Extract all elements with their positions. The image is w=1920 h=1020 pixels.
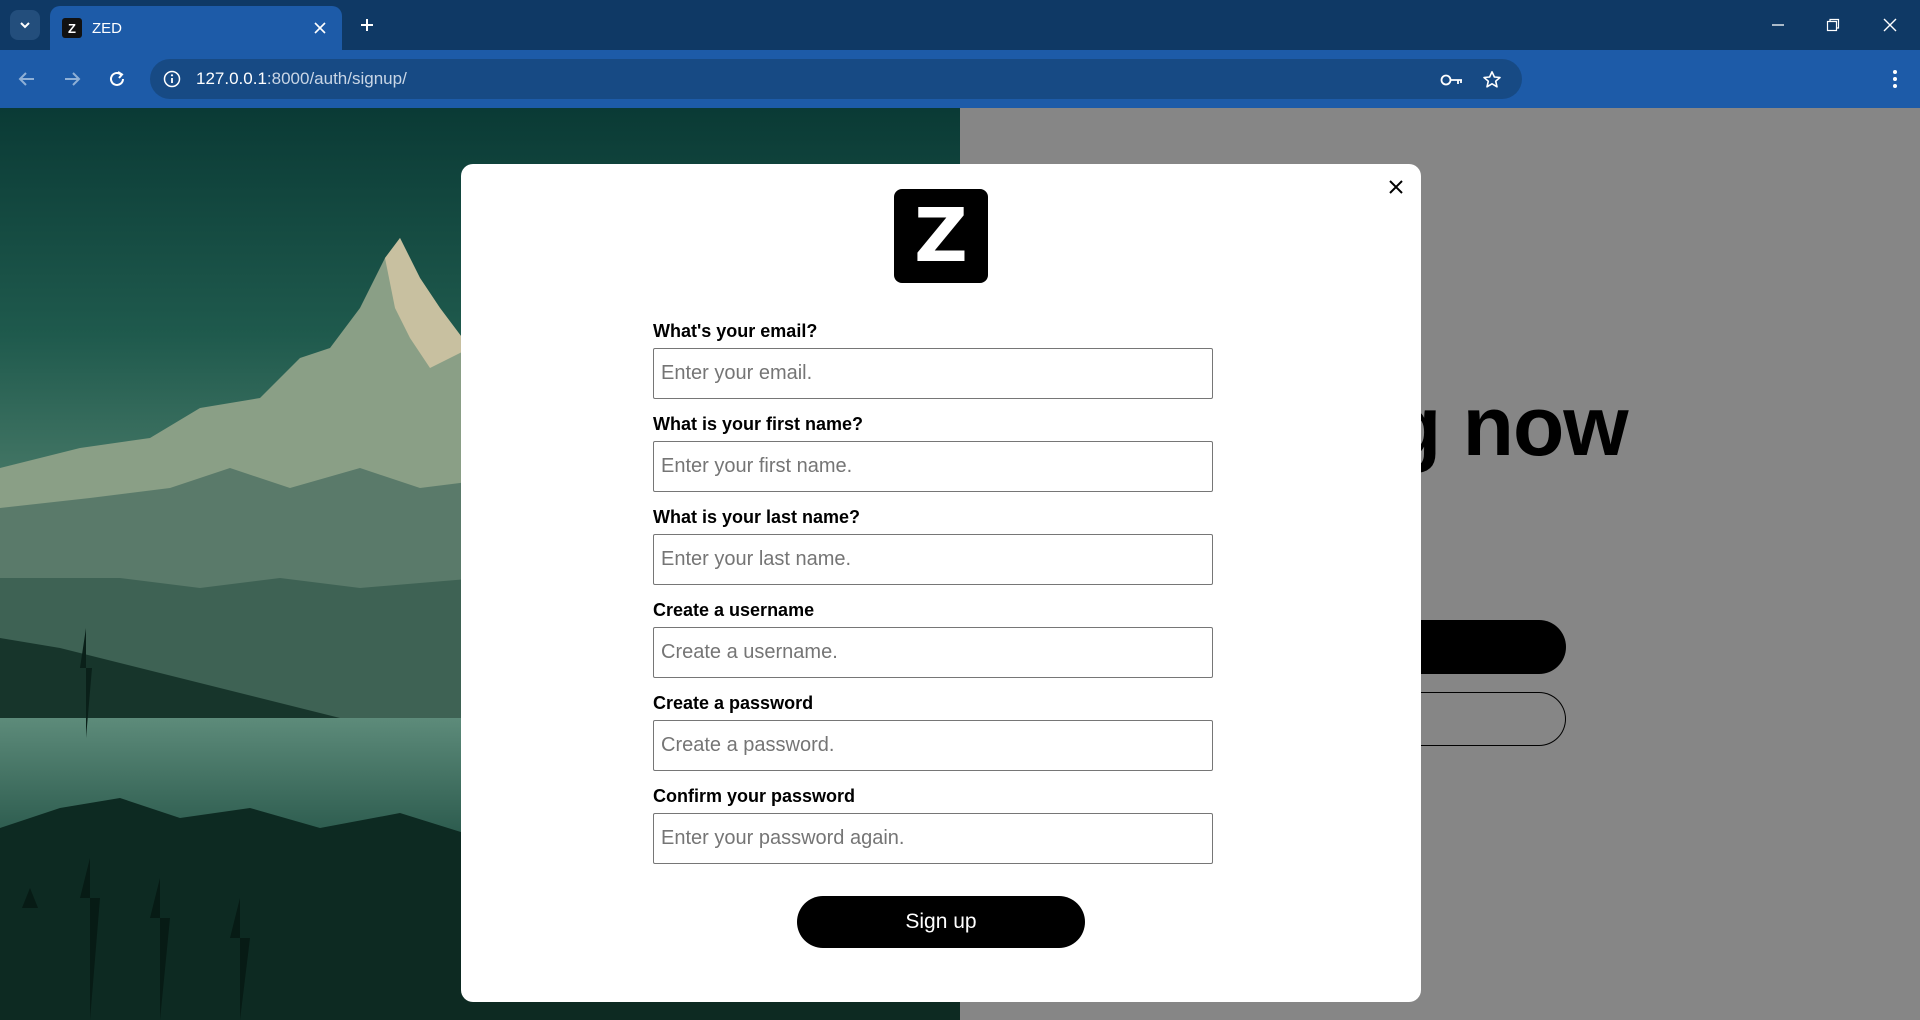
star-icon: [1483, 71, 1501, 88]
chevron-down-icon: [20, 22, 30, 29]
back-button[interactable]: [12, 64, 42, 94]
address-bar[interactable]: 127.0.0.1:8000/auth/signup/: [150, 59, 1522, 99]
password-field-group: Create a password: [653, 692, 1213, 785]
forward-button[interactable]: [57, 64, 87, 94]
tab-close-button[interactable]: [310, 18, 330, 38]
password-manager-button[interactable]: [1439, 67, 1465, 93]
close-icon: [314, 22, 326, 34]
password-field[interactable]: [653, 720, 1213, 771]
modal-close-button[interactable]: [1383, 174, 1409, 200]
site-info-button[interactable]: [160, 67, 184, 91]
tab-title: ZED: [92, 19, 122, 37]
restore-button[interactable]: [1815, 10, 1851, 40]
arrow-left-icon: [18, 72, 34, 86]
plus-icon: [361, 19, 373, 31]
new-tab-button[interactable]: [355, 13, 379, 37]
confirm-password-field-group: Confirm your password: [653, 785, 1213, 878]
url-text[interactable]: 127.0.0.1:8000/auth/signup/: [196, 69, 407, 89]
key-icon: [1440, 74, 1462, 86]
first-name-field-group: What is your first name?: [653, 413, 1213, 506]
confirm-password-label: Confirm your password: [653, 786, 856, 806]
browser-menu-button[interactable]: [1880, 64, 1910, 94]
last-name-field[interactable]: [653, 534, 1213, 585]
browser-tab-strip: Z ZED: [0, 0, 1920, 50]
minimize-button[interactable]: [1760, 10, 1796, 40]
zed-logo: Z: [894, 189, 988, 283]
email-label: What's your email?: [653, 321, 818, 341]
last-name-field-group: What is your last name?: [653, 506, 1213, 599]
minimize-icon: [1772, 24, 1784, 26]
email-field[interactable]: [653, 348, 1213, 399]
password-label: Create a password: [653, 693, 814, 713]
url-path: :8000/auth/signup/: [266, 69, 407, 88]
confirm-password-field[interactable]: [653, 813, 1213, 864]
username-label: Create a username: [653, 600, 815, 620]
close-icon: [1883, 18, 1897, 32]
bookmark-button[interactable]: [1479, 67, 1505, 93]
browser-toolbar: 127.0.0.1:8000/auth/signup/: [0, 50, 1920, 108]
username-field[interactable]: [653, 627, 1213, 678]
hero-heading: g now: [1390, 379, 1629, 473]
signup-form: What's your email? What is your first na…: [653, 320, 1213, 878]
restore-icon: [1826, 18, 1840, 32]
url-host: 127.0.0.1: [196, 69, 267, 88]
first-name-field[interactable]: [653, 441, 1213, 492]
sign-up-button[interactable]: Sign up: [797, 896, 1085, 948]
signup-modal: Z What's your email? What is your first …: [461, 164, 1421, 1002]
last-name-label: What is your last name?: [653, 507, 861, 527]
kebab-menu-icon: [1893, 70, 1897, 88]
tab-favicon: Z: [62, 18, 82, 38]
email-field-group: What's your email?: [653, 320, 1213, 413]
first-name-label: What is your first name?: [653, 414, 864, 434]
arrow-right-icon: [65, 72, 81, 86]
browser-tab-active[interactable]: Z ZED: [50, 6, 342, 50]
reload-icon: [110, 71, 124, 86]
reload-button[interactable]: [102, 64, 132, 94]
tab-search-button[interactable]: [10, 10, 40, 40]
page-viewport: g now Z What's your email? What is your …: [0, 108, 1920, 1020]
username-field-group: Create a username: [653, 599, 1213, 692]
info-icon: [163, 70, 181, 88]
close-icon: [1389, 180, 1403, 194]
window-close-button[interactable]: [1872, 10, 1908, 40]
